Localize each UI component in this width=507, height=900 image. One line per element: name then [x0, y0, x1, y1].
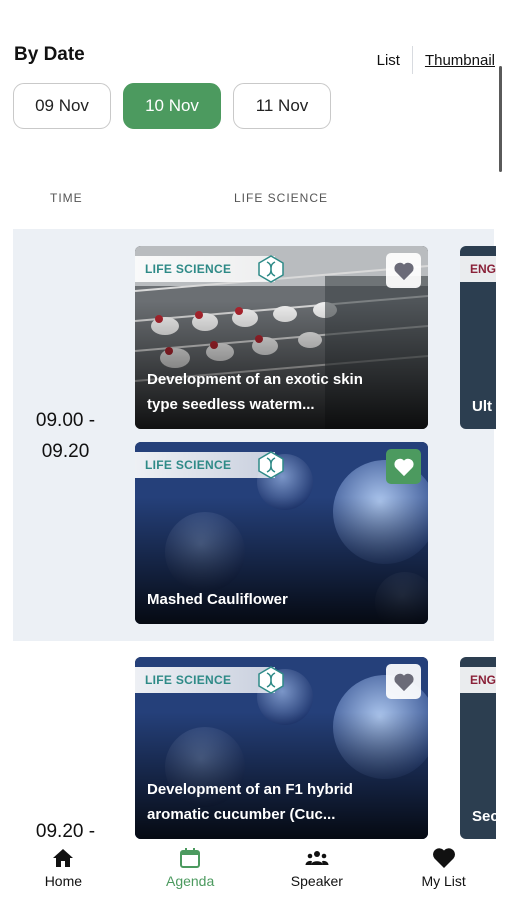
- bottom-nav: Home Agenda Speaker My List: [0, 840, 507, 900]
- favorite-button[interactable]: [386, 664, 421, 699]
- time-slot: 09.00 - 09.20 LIFE SCIENCE Development o…: [13, 229, 496, 641]
- favorite-button[interactable]: [386, 253, 421, 288]
- heart-icon: [393, 673, 414, 691]
- dna-icon: [258, 255, 284, 283]
- date-button-11-nov[interactable]: 11 Nov: [233, 83, 331, 129]
- nav-label: Agenda: [165, 873, 215, 889]
- time-end: 09.20: [41, 441, 90, 462]
- dna-icon: [258, 451, 284, 479]
- nav-speaker[interactable]: Speaker: [254, 840, 381, 900]
- time-start: 09.00 -: [35, 410, 96, 431]
- session-card[interactable]: LIFE SCIENCE Development of an exotic sk…: [135, 246, 428, 429]
- list-view-button[interactable]: List: [377, 52, 412, 69]
- session-title-line: Development of an F1 hybrid: [147, 781, 353, 798]
- nav-label: My List: [421, 873, 466, 889]
- session-title-line: aromatic cucumber (Cuc...: [147, 806, 336, 823]
- time-column-header: TIME: [50, 191, 83, 205]
- heart-icon: [393, 262, 414, 280]
- view-toggle: List Thumbnail: [377, 46, 495, 74]
- session-title: Development of an exotic skin type seedl…: [147, 367, 398, 417]
- session-title-line: Development of an exotic skin: [147, 371, 363, 388]
- session-title: Mashed Cauliflower: [147, 587, 398, 612]
- people-icon: [305, 851, 329, 865]
- nav-agenda[interactable]: Agenda: [127, 840, 254, 900]
- session-card[interactable]: LIFE SCIENCE Mashed Cauliflower: [135, 442, 428, 624]
- nav-label: Speaker: [290, 873, 343, 889]
- nav-home[interactable]: Home: [0, 840, 127, 900]
- thumbnail-view-button[interactable]: Thumbnail: [425, 52, 495, 69]
- category-tag: LIFE SCIENCE: [135, 255, 284, 283]
- session-title: Development of an F1 hybrid aromatic cuc…: [147, 777, 398, 827]
- category-tag: LIFE SCIENCE: [135, 451, 284, 479]
- session-title: Ult: [472, 398, 492, 415]
- date-selector: 09 Nov 10 Nov 11 Nov: [13, 83, 331, 129]
- category-tag-label: LIFE SCIENCE: [145, 262, 232, 276]
- category-tag-label: LIFE SCIENCE: [145, 673, 232, 687]
- home-icon: [53, 849, 74, 867]
- session-title-line: type seedless waterm...: [147, 396, 315, 413]
- nav-label: Home: [44, 873, 83, 889]
- session-card-peek[interactable]: ENG Sec: [460, 657, 496, 839]
- dna-icon: [258, 666, 284, 694]
- page-title: By Date: [14, 44, 85, 65]
- category-tag-label: ENG: [460, 667, 496, 693]
- date-button-10-nov[interactable]: 10 Nov: [123, 83, 221, 129]
- slot-time: 09.00 - 09.20: [13, 405, 118, 467]
- heart-icon: [432, 848, 455, 868]
- session-title-line: Mashed Cauliflower: [147, 591, 288, 608]
- category-tag-label: ENG: [460, 256, 496, 282]
- heart-icon: [393, 458, 414, 476]
- nav-my-list[interactable]: My List: [380, 840, 507, 900]
- category-tag: LIFE SCIENCE: [135, 666, 284, 694]
- category-tag-label: LIFE SCIENCE: [145, 458, 232, 472]
- header: By Date List Thumbnail: [14, 44, 495, 74]
- scrollbar[interactable]: [499, 66, 502, 172]
- favorite-button[interactable]: [386, 449, 421, 484]
- session-card[interactable]: LIFE SCIENCE Development of an F1 hybrid…: [135, 657, 428, 839]
- session-card-peek[interactable]: ENG Ult: [460, 246, 496, 429]
- divider: [411, 46, 413, 74]
- category-column-header: LIFE SCIENCE: [234, 191, 329, 205]
- session-title: Sec: [472, 808, 496, 825]
- time-slot: 09.20 - LIFE SCIENCE Development of an F…: [13, 641, 496, 851]
- date-button-09-nov[interactable]: 09 Nov: [13, 83, 111, 129]
- calendar-icon: [180, 848, 201, 868]
